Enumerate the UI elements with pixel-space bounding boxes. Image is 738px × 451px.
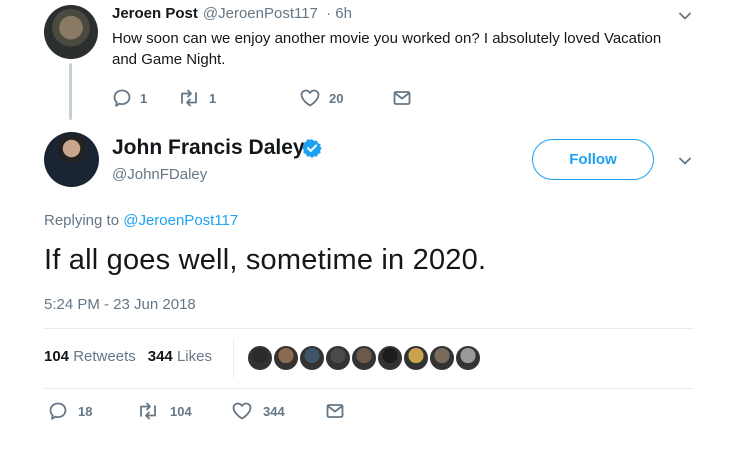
- replying-to: Replying to @JeroenPost117: [44, 212, 238, 229]
- main-actions: 18 104 344: [48, 401, 368, 423]
- main-dm-button[interactable]: [325, 401, 345, 421]
- tweet-timestamp[interactable]: 5:24 PM - 23 Jun 2018: [44, 296, 196, 313]
- envelope-icon: [393, 91, 411, 105]
- follow-button[interactable]: Follow: [532, 139, 654, 180]
- parent-author-handle[interactable]: @JeroenPost117: [203, 5, 318, 22]
- liker-avatars: [246, 342, 482, 374]
- stats-top-divider: [44, 328, 694, 329]
- liker-avatar[interactable]: [428, 344, 456, 372]
- main-retweet-button[interactable]: 104: [136, 401, 192, 421]
- likes-stat-label: Likes: [176, 348, 212, 365]
- main-tweet-text: If all goes well, sometime in 2020.: [44, 244, 487, 276]
- reply-icon: [113, 89, 131, 107]
- heart-icon: [300, 89, 320, 107]
- parent-chevron-down-icon[interactable]: [677, 8, 693, 24]
- likes-stat-count: 344: [147, 348, 173, 365]
- verified-badge-icon: [302, 139, 322, 158]
- parent-reply-count: 1: [140, 90, 148, 106]
- parent-retweet-count: 1: [209, 90, 217, 106]
- retweet-icon: [140, 402, 156, 420]
- parent-dm-button[interactable]: [392, 88, 412, 108]
- tweet-stats: 104 Retweets 344 Likes: [44, 348, 212, 365]
- liker-avatar[interactable]: [272, 344, 300, 372]
- liker-avatar[interactable]: [376, 344, 404, 372]
- liker-avatar[interactable]: [350, 344, 378, 372]
- main-reply-count: 18: [78, 403, 93, 419]
- main-chevron-down-icon[interactable]: [677, 153, 693, 169]
- replying-mention-link[interactable]: @JeroenPost117: [123, 212, 238, 229]
- retweets-stat-label: Retweets: [73, 348, 136, 365]
- retweets-stat-count: 104: [44, 348, 70, 365]
- main-like-button[interactable]: 344: [231, 401, 285, 421]
- stats-vertical-divider: [233, 338, 234, 378]
- heart-icon: [232, 402, 252, 420]
- parent-time[interactable]: · 6h: [326, 5, 352, 22]
- reply-icon: [49, 402, 67, 420]
- main-avatar[interactable]: [44, 132, 99, 187]
- retweets-stat[interactable]: 104 Retweets: [44, 348, 136, 365]
- liker-avatar[interactable]: [454, 344, 482, 372]
- liker-avatar[interactable]: [324, 344, 352, 372]
- replying-prefix: Replying to: [44, 212, 124, 229]
- parent-retweet-button[interactable]: 1: [177, 88, 216, 108]
- main-author-name[interactable]: John Francis Daley: [112, 136, 305, 160]
- parent-tweet-text: How soon can we enjoy another movie you …: [112, 30, 662, 68]
- parent-actions: 1 1 20: [112, 88, 432, 110]
- parent-like-button[interactable]: 20: [299, 88, 343, 108]
- thread-line: [69, 63, 72, 120]
- parent-like-count: 20: [329, 90, 344, 106]
- main-like-count: 344: [263, 403, 285, 419]
- parent-avatar[interactable]: [44, 5, 98, 59]
- parent-author-name[interactable]: Jeroen Post: [112, 5, 198, 22]
- envelope-icon: [326, 404, 344, 418]
- main-retweet-count: 104: [170, 403, 192, 419]
- liker-avatar[interactable]: [246, 344, 274, 372]
- liker-avatar[interactable]: [298, 344, 326, 372]
- liker-avatar[interactable]: [402, 344, 430, 372]
- parent-reply-button[interactable]: 1: [112, 88, 147, 108]
- main-reply-button[interactable]: 18: [48, 401, 92, 421]
- likes-stat[interactable]: 344 Likes: [148, 348, 212, 365]
- main-author-handle[interactable]: @JohnFDaley: [112, 166, 207, 183]
- parent-header: Jeroen Post @JeroenPost117 · 6h: [112, 5, 352, 22]
- retweet-icon: [181, 89, 197, 107]
- stats-bottom-divider: [44, 388, 694, 389]
